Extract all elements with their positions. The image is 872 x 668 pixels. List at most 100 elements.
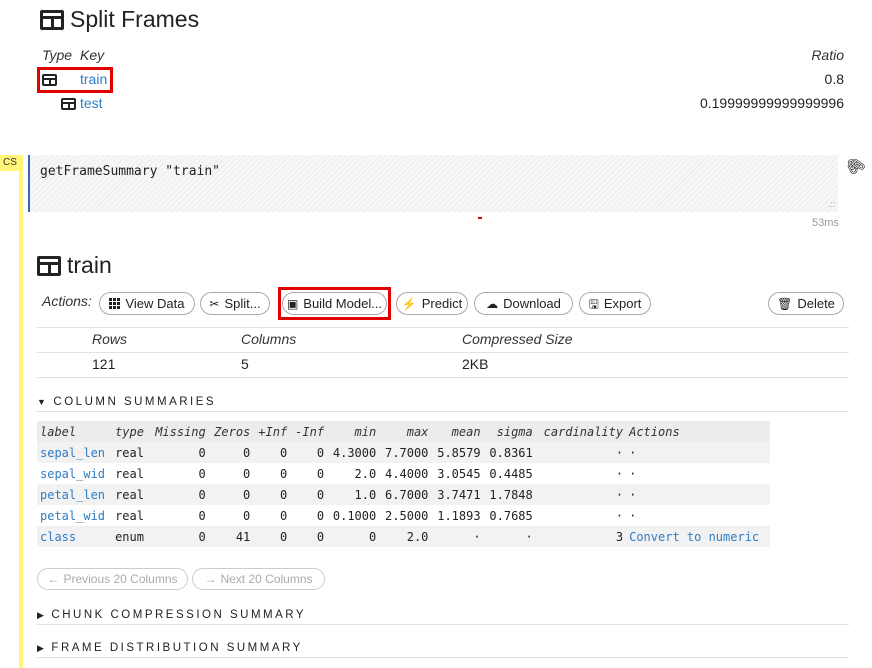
ratio-column-header: Ratio xyxy=(811,47,844,63)
rows-value: 121 xyxy=(92,356,116,372)
table-header-row: label type Missing Zeros +Inf -Inf min m… xyxy=(37,421,770,442)
table-cell: 6.7000 xyxy=(379,484,432,505)
previous-columns-label: Previous 20 Columns xyxy=(63,572,178,586)
table-cell: · xyxy=(615,466,624,481)
trash-icon: 🗑 xyxy=(777,296,793,311)
columns-header: Columns xyxy=(241,331,297,347)
table-cell: 0 xyxy=(208,442,254,463)
split-frames-title-text: Split Frames xyxy=(70,6,200,32)
table-cell: 0 xyxy=(148,484,209,505)
table-cell: 0 xyxy=(290,484,328,505)
table-header: type xyxy=(112,421,149,442)
grid-icon xyxy=(109,298,121,309)
table-cell: 3.7471 xyxy=(431,484,484,505)
table-cell: 4.3000 xyxy=(327,442,380,463)
table-icon xyxy=(40,9,64,30)
cell-gutter[interactable] xyxy=(19,155,23,668)
type-column-header: Type xyxy=(42,47,73,63)
table-header: label xyxy=(37,421,113,442)
column-label-link[interactable]: petal_wid xyxy=(40,509,105,523)
frame-distribution-heading: FRAME DISTRIBUTION SUMMARY xyxy=(51,642,303,654)
split-button[interactable]: ✂ Split... xyxy=(200,292,270,315)
build-model-label: Build Model... xyxy=(303,296,383,311)
table-cell: real xyxy=(112,484,149,505)
split-label: Split... xyxy=(224,296,261,311)
table-cell: · xyxy=(626,442,770,463)
table-cell: 0.1000 xyxy=(332,508,377,523)
error-marker xyxy=(478,217,482,219)
table-cell: · xyxy=(629,508,637,523)
bolt-icon: ⚡ xyxy=(401,296,417,311)
table-cell: 0 xyxy=(316,466,325,481)
table-header: Actions xyxy=(626,421,770,442)
column-summaries-heading: COLUMN SUMMARIES xyxy=(53,396,217,408)
column-label-link[interactable]: petal_len xyxy=(40,488,105,502)
table-cell: 0 xyxy=(198,508,206,523)
table-cell: 1.1893 xyxy=(437,508,481,523)
section-divider xyxy=(37,624,849,625)
build-model-button[interactable]: ▣ Build Model... xyxy=(282,292,387,315)
test-frame-link[interactable]: test xyxy=(80,95,103,111)
table-cell: 0 xyxy=(243,466,251,481)
split-frames-title: Split Frames xyxy=(40,6,199,33)
table-row: sepal_wid real 0 0 0 0 2.0 4.4000 3.0545… xyxy=(37,463,770,484)
chunk-compression-heading: CHUNK COMPRESSION SUMMARY xyxy=(51,609,307,621)
table-cell: 2.0 xyxy=(379,526,432,547)
table-cell: 2.0 xyxy=(354,466,377,481)
column-label-link[interactable]: class xyxy=(40,530,76,544)
resize-handle-icon[interactable]: .:: xyxy=(828,199,836,209)
train-ratio: 0.8 xyxy=(824,71,844,87)
table-cell: · xyxy=(615,508,624,523)
table-cell: real xyxy=(115,466,144,481)
divider xyxy=(37,377,849,378)
next-columns-button[interactable]: → Next 20 Columns xyxy=(192,568,325,590)
predict-button[interactable]: ⚡ Predict xyxy=(396,292,468,315)
download-button[interactable]: ☁ Download xyxy=(474,292,573,315)
table-cell: 2.5000 xyxy=(385,508,429,523)
table-cell: real xyxy=(112,442,149,463)
paperclip-icon[interactable]: 🖇 xyxy=(841,152,869,180)
export-button[interactable]: 🖫 Export xyxy=(579,292,651,315)
table-cell: 3.0545 xyxy=(437,466,481,481)
section-divider xyxy=(37,657,849,658)
table-row: sepal_len real 0 0 0 0 4.3000 7.7000 5.8… xyxy=(37,442,770,463)
table-cell: 0.4485 xyxy=(489,466,533,481)
table-cell: 5.8579 xyxy=(431,442,484,463)
table-cell: 0.7685 xyxy=(489,508,533,523)
divider xyxy=(37,327,849,328)
arrow-right-icon: → xyxy=(204,572,217,586)
divider xyxy=(37,352,849,353)
table-row: class enum 0 41 0 0 0 2.0 · · 3 Convert … xyxy=(37,526,770,547)
previous-columns-button[interactable]: ← Previous 20 Columns xyxy=(37,568,188,590)
frame-title: train xyxy=(37,252,112,279)
table-cell: 0 xyxy=(279,466,288,481)
table-cell: 0 xyxy=(253,442,291,463)
scissors-icon: ✂ xyxy=(209,296,220,311)
table-cell: 0 xyxy=(279,508,288,523)
table-cell: real xyxy=(115,508,144,523)
delete-button[interactable]: 🗑 Delete xyxy=(768,292,844,315)
columns-value: 5 xyxy=(241,356,249,372)
save-icon: 🖫 xyxy=(588,296,599,311)
table-cell: 3 xyxy=(535,526,627,547)
download-label: Download xyxy=(503,296,561,311)
chunk-compression-toggle[interactable]: ▶ CHUNK COMPRESSION SUMMARY xyxy=(37,609,306,621)
table-cell: 0 xyxy=(290,526,328,547)
column-label-link[interactable]: sepal_wid xyxy=(40,467,105,481)
table-header: cardinality xyxy=(535,421,627,442)
column-summaries-toggle[interactable]: ▼ COLUMN SUMMARIES xyxy=(37,396,216,408)
column-label-link[interactable]: sepal_len xyxy=(40,446,105,460)
table-cell: enum xyxy=(112,526,149,547)
view-data-button[interactable]: View Data xyxy=(99,292,195,315)
convert-to-numeric-link[interactable]: Convert to numeric xyxy=(629,530,759,544)
table-cell: 0 xyxy=(198,466,206,481)
table-header: max xyxy=(379,421,432,442)
frame-distribution-toggle[interactable]: ▶ FRAME DISTRIBUTION SUMMARY xyxy=(37,642,303,654)
table-header: +Inf xyxy=(253,421,291,442)
train-frame-link[interactable]: train xyxy=(80,71,107,87)
table-icon xyxy=(37,255,61,276)
table-header: Zeros xyxy=(208,421,254,442)
table-cell: 0 xyxy=(316,508,325,523)
cell-type-label: CS xyxy=(0,155,20,171)
next-columns-label: Next 20 Columns xyxy=(220,572,313,586)
